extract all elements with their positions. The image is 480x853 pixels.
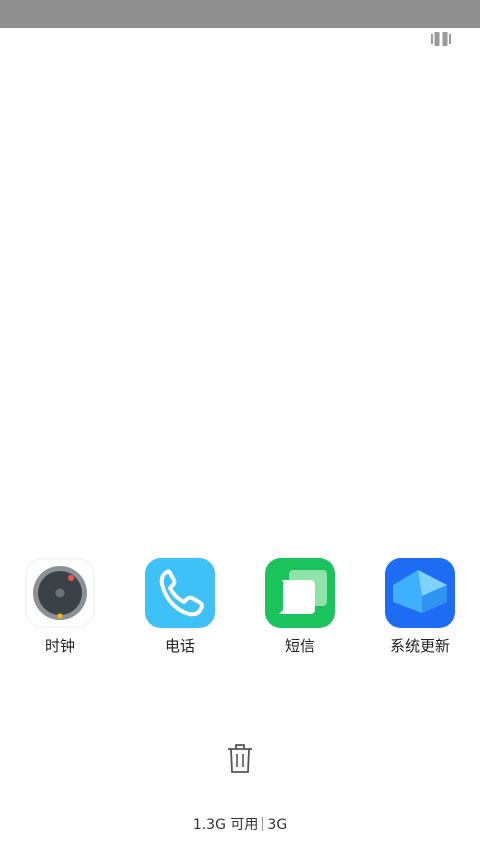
app-label-phone: 电话 [164,637,195,655]
app-label-system-update: 系统更新 [389,637,450,655]
clock-icon [25,558,95,628]
app-label-messages: 短信 [284,637,315,655]
system-update-icon [385,558,455,628]
grid-view-icon[interactable] [431,31,451,46]
trash-icon[interactable] [225,742,255,774]
memory-separator [262,817,264,831]
recent-app-phone[interactable]: 电话 [130,558,230,656]
recent-app-clock[interactable]: 时钟 [10,558,110,656]
recent-apps-row: 时钟 电话 短信 系统更新 [0,558,480,668]
recents-screen: 时钟 电话 短信 系统更新 1.3G 可用 3G [0,0,480,853]
memory-available: 1.3G 可用 [192,817,259,833]
memory-info: 1.3G 可用 3G [0,815,480,835]
app-label-clock: 时钟 [44,637,75,655]
phone-icon [145,558,215,628]
memory-total: 3G [267,817,288,833]
recent-app-messages[interactable]: 短信 [250,558,350,656]
message-icon [265,558,335,628]
status-bar [0,0,480,28]
recent-app-system-update[interactable]: 系统更新 [370,558,470,656]
